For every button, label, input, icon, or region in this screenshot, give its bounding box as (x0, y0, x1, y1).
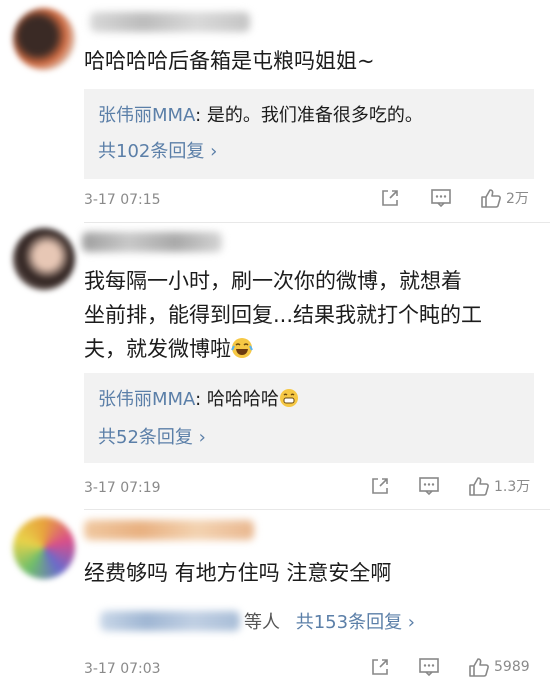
comment-text-line: 坐前排，能得到回复...结果我就打个盹的工 (84, 303, 483, 327)
view-replies-link[interactable]: 共153条回复 › (296, 612, 415, 633)
comment-text: 经费够吗 有地方住吗 注意安全啊 (84, 561, 392, 585)
timestamp: 3-17 07:03 (84, 661, 161, 677)
reply-summary: 等人 共153条回复 › (244, 608, 415, 634)
comment-icon (431, 189, 451, 208)
comment-text-line: 夫，就发微博啦 (84, 332, 534, 369)
share-button[interactable] (370, 476, 390, 496)
like-button[interactable]: 5989 (468, 656, 530, 678)
avatar[interactable] (13, 517, 75, 579)
username-blurred[interactable] (90, 12, 250, 32)
reply-line: 张伟丽MMA: 哈哈哈哈 (98, 385, 299, 413)
reply-text: 哈哈哈哈 (206, 389, 279, 410)
avatar[interactable] (13, 228, 75, 290)
like-count: 2万 (506, 191, 529, 207)
comment-icon (419, 477, 439, 496)
comment-text-line-3: 夫，就发微博啦 (84, 337, 231, 361)
laugh-cry-emoji-icon (231, 335, 253, 369)
share-icon (372, 478, 388, 494)
grin-emoji-icon (279, 388, 299, 413)
avatar[interactable] (13, 8, 75, 70)
comment-button[interactable] (418, 476, 440, 496)
reply-author-link[interactable]: 张伟丽MMA (98, 389, 195, 410)
username-blurred[interactable] (84, 520, 254, 540)
divider (84, 222, 550, 223)
divider (84, 509, 550, 510)
like-button[interactable]: 1.3万 (468, 475, 530, 497)
others-suffix: 等人 (244, 612, 280, 633)
like-button[interactable]: 2万 (480, 187, 529, 209)
comment-text: 哈哈哈哈后备箱是屯粮吗姐姐~ (84, 49, 375, 73)
share-button[interactable] (380, 188, 400, 208)
comment-button[interactable] (418, 657, 440, 677)
comment-button[interactable] (430, 188, 452, 208)
reply-line: 张伟丽MMA: 是的。我们准备很多吃的。 (98, 101, 423, 127)
reply-colon: : (195, 389, 207, 410)
share-icon (382, 190, 398, 206)
timestamp: 3-17 07:19 (84, 480, 161, 496)
view-replies-link[interactable]: 共52条回复 › (98, 423, 206, 449)
reply-author-link[interactable]: 张伟丽MMA (98, 105, 195, 126)
like-icon (481, 189, 501, 208)
reply-text: 是的。我们准备很多吃的。 (206, 105, 423, 126)
reply-users-blurred[interactable] (100, 611, 240, 631)
like-count: 1.3万 (494, 479, 531, 495)
reply-preview[interactable]: 张伟丽MMA: 是的。我们准备很多吃的。 共102条回复 › (84, 89, 534, 179)
username-blurred[interactable] (82, 232, 222, 252)
comment-text-line: 我每隔一小时，刷一次你的微博，就想着 (84, 269, 462, 293)
comment-text: 我每隔一小时，刷一次你的微博，就想着 坐前排，能得到回复...结果我就打个盹的工… (84, 264, 534, 369)
share-button[interactable] (370, 657, 390, 677)
reply-preview[interactable]: 张伟丽MMA: 哈哈哈哈 共52条回复 › (84, 373, 534, 463)
view-replies-link[interactable]: 共102条回复 › (98, 137, 217, 163)
share-icon (372, 659, 388, 675)
comment-icon (419, 658, 439, 677)
like-icon (469, 477, 489, 496)
reply-colon: : (195, 105, 207, 126)
timestamp: 3-17 07:15 (84, 192, 161, 208)
like-count: 5989 (494, 659, 530, 675)
like-icon (469, 658, 489, 677)
